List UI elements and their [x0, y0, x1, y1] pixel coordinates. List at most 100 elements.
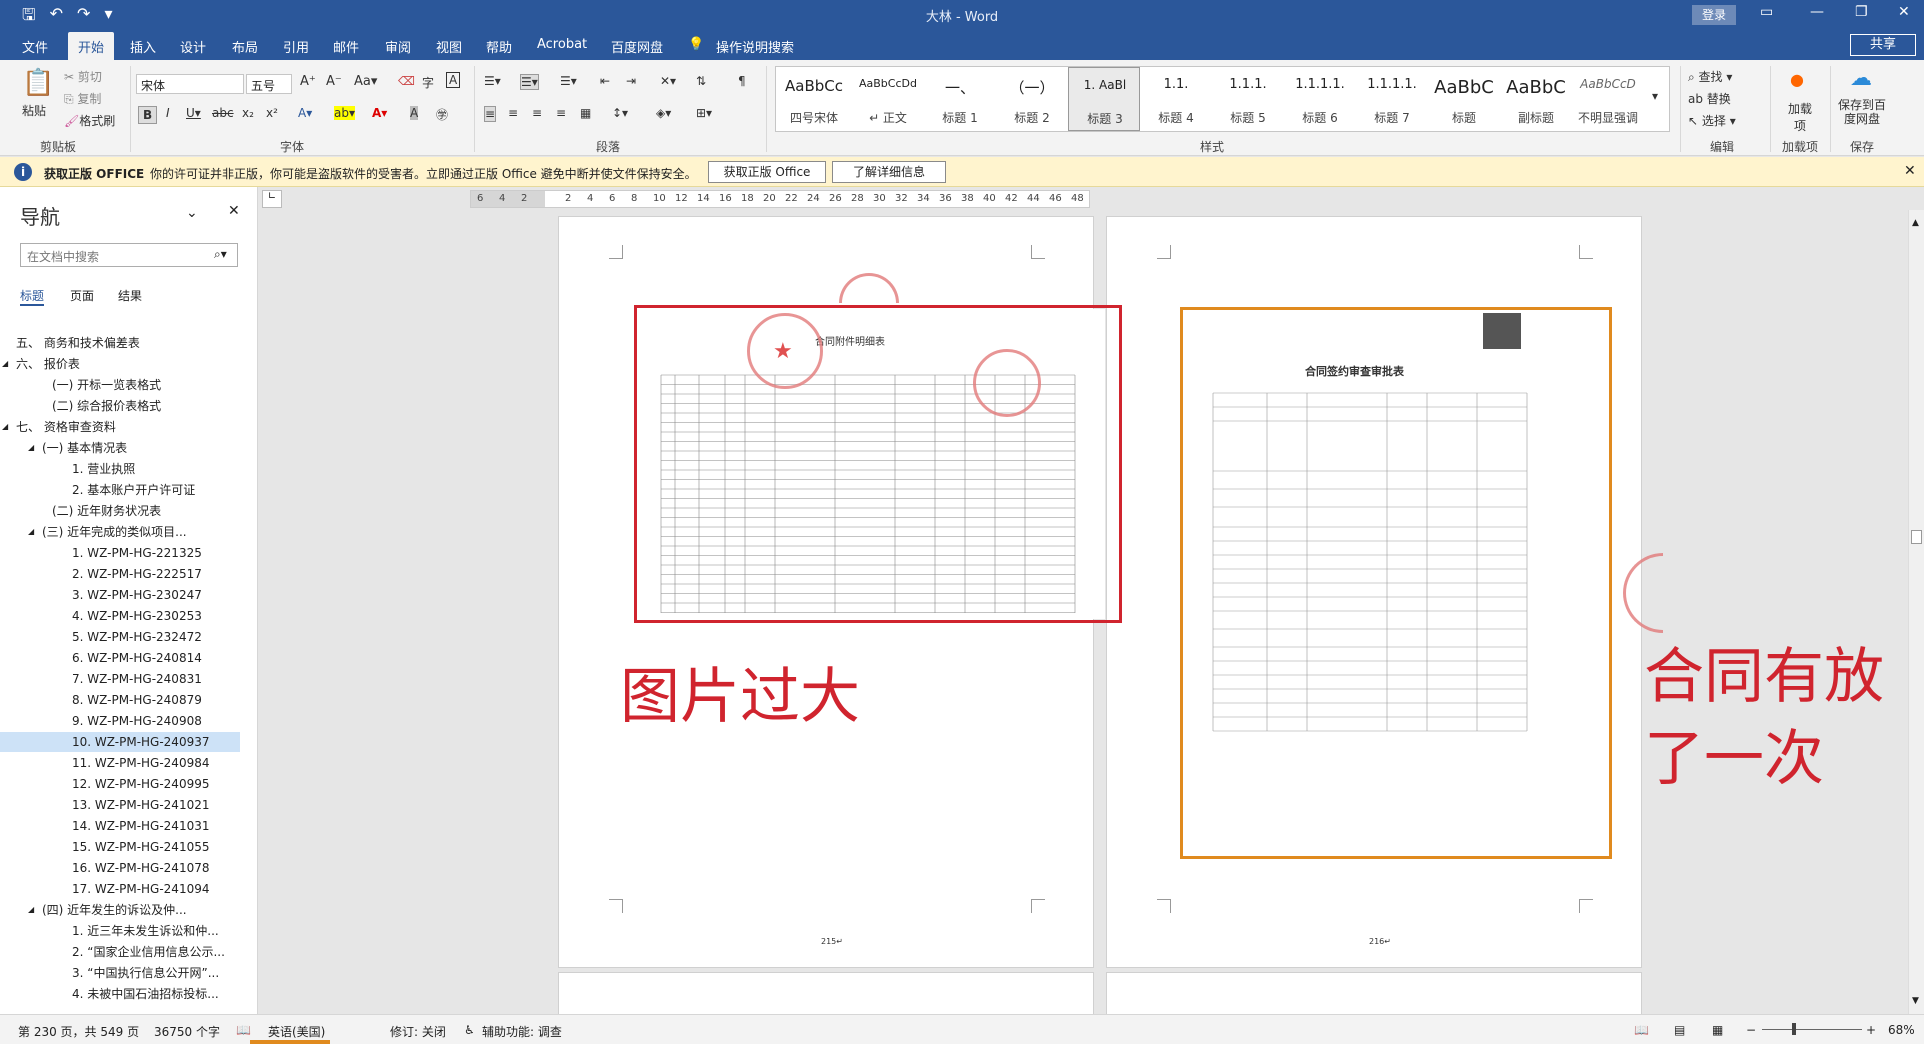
strikethrough-icon[interactable]: abc — [212, 106, 234, 120]
language[interactable]: 英语(美国) — [268, 1023, 325, 1040]
nav-tab-pages[interactable]: 页面 — [70, 287, 94, 304]
learn-more-button[interactable]: 了解详细信息 — [832, 161, 946, 183]
nav-heading-item[interactable]: 16. WZ-PM-HG-241078 — [0, 858, 240, 878]
phonetic-icon[interactable]: 字 — [422, 74, 434, 91]
addins-button[interactable]: 加载项 — [1788, 100, 1812, 134]
save-to-baidu-button[interactable]: 保存到百度网盘 — [1836, 98, 1888, 126]
close-icon[interactable]: ✕ — [228, 203, 240, 219]
nav-heading-item[interactable]: 1. 营业执照 — [0, 459, 240, 479]
nav-heading-item[interactable]: ◢ 七、 资格审查资料 — [0, 417, 240, 437]
nav-heading-item[interactable]: 2. WZ-PM-HG-222517 — [0, 564, 240, 584]
close-icon[interactable]: ✕ — [1898, 4, 1910, 20]
nav-heading-item[interactable]: 13. WZ-PM-HG-241021 — [0, 795, 240, 815]
nav-heading-item[interactable]: 五、 商务和技术偏差表 — [0, 333, 240, 353]
style-item[interactable]: AaBbCcD 不明显强调 — [1572, 67, 1644, 131]
nav-heading-item[interactable]: (二) 近年财务状况表 — [0, 501, 240, 521]
nav-heading-item[interactable]: 15. WZ-PM-HG-241055 — [0, 837, 240, 857]
baidu-cloud-icon[interactable]: ☁ — [1850, 66, 1872, 91]
horizontal-ruler[interactable]: 6 4 2 2 4 6 8 10 12 14 16 18 20 22 24 26 28 30 32 34 36 38 40 4… — [470, 190, 1090, 208]
accessibility-status[interactable]: 辅助功能: 调查 — [482, 1023, 562, 1040]
zoom-slider[interactable] — [1762, 1029, 1862, 1030]
style-item[interactable]: AaBbCc 四号宋体 — [778, 67, 850, 131]
chinese-layout-icon[interactable]: ✕▾ — [660, 74, 676, 88]
cut-button[interactable]: ✂ 剪切 — [64, 68, 102, 85]
shrink-font-icon[interactable]: A⁻ — [326, 74, 342, 89]
shading-icon[interactable]: ◈▾ — [656, 106, 671, 120]
login-button[interactable]: 登录 — [1692, 5, 1736, 25]
tab-selector[interactable]: ∟ — [262, 190, 282, 208]
bullets-icon[interactable]: ☰▾ — [484, 74, 501, 88]
get-genuine-button[interactable]: 获取正版 Office — [708, 161, 826, 183]
tab-references[interactable]: 引用 — [283, 37, 309, 56]
read-mode-icon[interactable]: 📖 — [1634, 1023, 1649, 1037]
minimize-icon[interactable]: — — [1810, 4, 1824, 20]
tab-review[interactable]: 审阅 — [385, 37, 411, 56]
nav-heading-item[interactable]: 8. WZ-PM-HG-240879 — [0, 690, 240, 710]
scroll-down-icon[interactable]: ▼ — [1912, 996, 1919, 1006]
subscript-icon[interactable]: x₂ — [242, 106, 254, 120]
nav-heading-item[interactable]: 1. 近三年未发生诉讼和仲... — [0, 921, 240, 941]
distributed-icon[interactable]: ▦ — [580, 106, 591, 120]
tab-insert[interactable]: 插入 — [130, 37, 156, 56]
scroll-thumb[interactable] — [1911, 530, 1922, 544]
nav-heading-item[interactable]: 1. WZ-PM-HG-221325 — [0, 543, 240, 563]
justify-icon[interactable]: ≡ — [556, 106, 566, 120]
print-layout-icon[interactable]: ▤ — [1674, 1023, 1685, 1037]
tab-view[interactable]: 视图 — [436, 37, 462, 56]
clear-format-icon[interactable]: ⌫ — [398, 74, 415, 88]
font-name-combo[interactable]: 宋体 — [136, 74, 244, 94]
nav-heading-item[interactable]: ◢ (一) 基本情况表 — [0, 438, 240, 458]
chevron-down-icon[interactable]: ⌄ — [186, 205, 198, 221]
change-case-icon[interactable]: Aa▾ — [354, 74, 377, 89]
highlight-icon[interactable]: ab▾ — [334, 106, 355, 120]
nav-heading-item[interactable]: 4. 未被中国石油招标投标... — [0, 984, 240, 1004]
paste-icon[interactable]: 📋 — [22, 68, 54, 98]
share-button[interactable]: 共享 — [1850, 34, 1916, 56]
nav-heading-item[interactable]: 10. WZ-PM-HG-240937 — [0, 732, 240, 752]
word-count[interactable]: 36750 个字 — [154, 1023, 220, 1040]
show-marks-icon[interactable]: ¶ — [738, 74, 746, 88]
nav-heading-item[interactable]: 2. 基本账户开户许可证 — [0, 480, 240, 500]
nav-heading-item[interactable]: 4. WZ-PM-HG-230253 — [0, 606, 240, 626]
tab-file[interactable]: 文件 — [22, 37, 48, 56]
style-item[interactable]: 1.1.1.1. 标题 7 — [1356, 67, 1428, 131]
nav-heading-item[interactable]: 3. WZ-PM-HG-230247 — [0, 585, 240, 605]
style-item[interactable]: （一） 标题 2 — [996, 67, 1068, 131]
nav-heading-item[interactable]: (二) 综合报价表格式 — [0, 396, 240, 416]
nav-tab-results[interactable]: 结果 — [118, 287, 142, 304]
underline-icon[interactable]: U▾ — [186, 106, 201, 120]
nav-heading-item[interactable]: 6. WZ-PM-HG-240814 — [0, 648, 240, 668]
styles-more-icon[interactable]: ▾ — [1652, 89, 1658, 103]
nav-heading-item[interactable]: 3. “中国执行信息公开网”... — [0, 963, 240, 983]
nav-heading-item[interactable]: ◢ 六、 报价表 — [0, 354, 240, 374]
zoom-out-icon[interactable]: − — [1746, 1023, 1756, 1037]
style-item[interactable]: 1.1.1. 标题 5 — [1212, 67, 1284, 131]
style-item[interactable]: 1. AaBl 标题 3 — [1068, 67, 1140, 131]
nav-heading-item[interactable]: (一) 开标一览表格式 — [0, 375, 240, 395]
nav-heading-item[interactable]: ◢ (四) 近年发生的诉讼及仲... — [0, 900, 240, 920]
nav-heading-item[interactable]: ◢ (三) 近年完成的类似项目... — [0, 522, 240, 542]
collapse-arrow-icon[interactable]: ◢ — [2, 354, 8, 374]
text-effects-icon[interactable]: A▾ — [298, 106, 312, 120]
restore-icon[interactable]: ❐ — [1855, 4, 1868, 20]
tab-home[interactable]: 开始 — [68, 32, 115, 60]
bold-icon[interactable]: B — [138, 106, 158, 124]
align-left-icon[interactable]: ≡ — [484, 106, 497, 122]
nav-heading-item[interactable]: 2. “国家企业信用信息公示... — [0, 942, 240, 962]
nav-search-input[interactable]: 在文档中搜索 — [20, 243, 238, 267]
zoom-level[interactable]: 68% — [1888, 1023, 1915, 1037]
style-item[interactable]: AaBbCcDd ↵ 正文 — [852, 67, 924, 131]
nav-heading-item[interactable]: 12. WZ-PM-HG-240995 — [0, 774, 240, 794]
collapse-arrow-icon[interactable]: ◢ — [28, 438, 34, 458]
tab-mailings[interactable]: 邮件 — [333, 37, 359, 56]
tab-help[interactable]: 帮助 — [486, 37, 512, 56]
char-shading-icon[interactable]: A — [410, 106, 419, 120]
align-center-icon[interactable]: ≡ — [508, 106, 518, 120]
char-border-icon[interactable]: A — [446, 72, 461, 88]
zoom-slider-thumb[interactable] — [1792, 1023, 1796, 1035]
nav-heading-item[interactable]: 9. WZ-PM-HG-240908 — [0, 711, 240, 731]
ribbon-display-icon[interactable]: ▭ — [1760, 4, 1773, 20]
tab-layout[interactable]: 布局 — [232, 37, 258, 56]
proofing-icon[interactable]: 📖 — [236, 1023, 251, 1037]
decrease-indent-icon[interactable]: ⇤ — [600, 74, 610, 88]
